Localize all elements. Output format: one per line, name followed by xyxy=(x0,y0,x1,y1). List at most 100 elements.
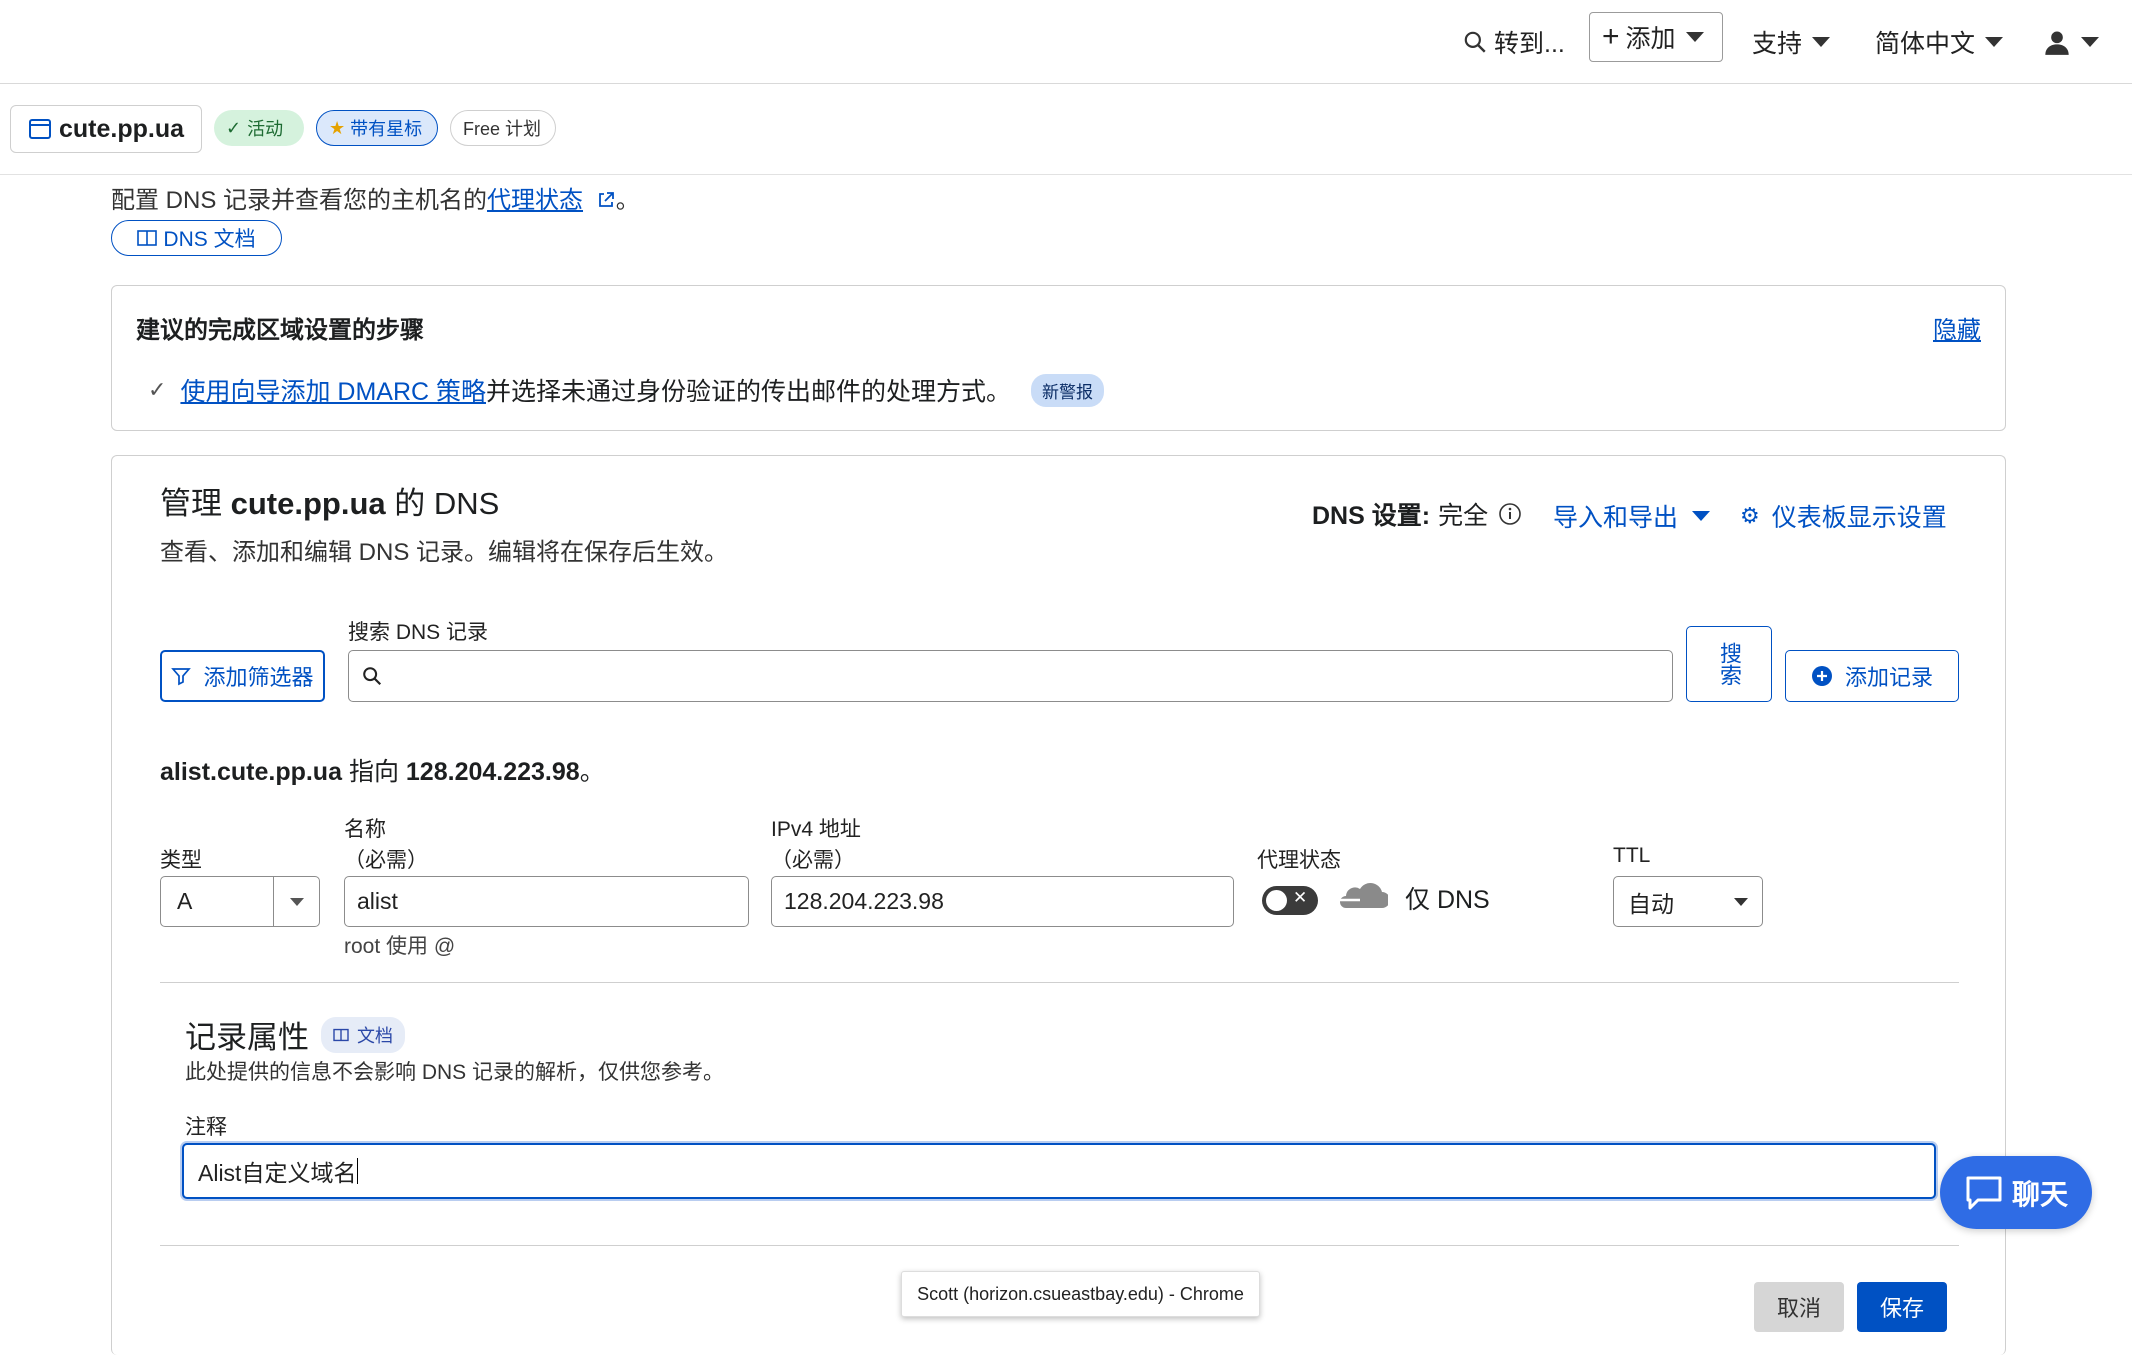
import-export-menu[interactable]: 导入和导出 xyxy=(1553,498,1711,534)
summary-ip: 128.204.223.98 xyxy=(405,758,580,786)
steps-title: 建议的完成区域设置的步骤 xyxy=(136,317,424,344)
text-cursor xyxy=(357,1158,359,1184)
chevron-down-icon xyxy=(2081,37,2099,47)
info-icon[interactable] xyxy=(1498,502,1522,526)
plan-badge: Free 计划 xyxy=(450,110,556,146)
title-zone: cute.pp.ua xyxy=(230,486,386,521)
dns-docs-button[interactable]: DNS 文档 xyxy=(111,220,282,256)
add-record-label: 添加记录 xyxy=(1844,665,1933,690)
goto-label: 转到... xyxy=(1494,30,1565,58)
user-icon xyxy=(2045,31,2069,55)
attributes-title: 记录属性 xyxy=(185,1020,309,1055)
plan-badge-label: Free 计划 xyxy=(463,119,542,139)
type-label: 类型 xyxy=(160,849,202,872)
filter-icon xyxy=(171,668,192,686)
chat-label: 聊天 xyxy=(2011,1178,2068,1210)
summary-mid: 指向 xyxy=(348,758,399,786)
cancel-label: 取消 xyxy=(1776,1296,1821,1321)
docs-badge-label: 文档 xyxy=(357,1025,393,1046)
step-description: 并选择未通过身份验证的传出邮件的处理方式。 xyxy=(486,378,1012,406)
status-badge-label: 活动 xyxy=(247,119,284,139)
dns-setting-value: 完全 xyxy=(1438,502,1489,530)
proxy-status-value: 仅 DNS xyxy=(1405,886,1490,914)
dns-setting: DNS 设置: 完全 xyxy=(1312,496,1522,532)
new-alert-badge: 新警报 xyxy=(1031,373,1105,407)
intro-suffix: 。 xyxy=(615,187,640,214)
goto-search[interactable]: 转到... xyxy=(1462,22,1565,62)
name-hint: root 使用 @ xyxy=(344,935,456,958)
chat-button[interactable]: 聊天 xyxy=(1940,1156,2092,1229)
dns-setting-label: DNS 设置: xyxy=(1312,502,1431,530)
tooltip-text: Scott (horizon.csueastbay.edu) - Chrome xyxy=(917,1283,1244,1304)
chevron-down-icon xyxy=(1685,32,1704,42)
name-value: alist xyxy=(357,888,398,914)
zone-name: cute.pp.ua xyxy=(59,114,185,143)
language-label: 简体中文 xyxy=(1875,30,1976,58)
type-dropdown-toggle[interactable] xyxy=(273,877,319,926)
dmarc-wizard-link[interactable]: 使用向导添加 DMARC 策略 xyxy=(180,372,486,408)
steps-list-item: ✓ 使用向导添加 DMARC 策略 并选择未通过身份验证的传出邮件的处理方式。 … xyxy=(148,372,1105,408)
language-menu[interactable]: 简体中文 xyxy=(1875,22,2004,62)
record-attributes-heading: 记录属性 文档 xyxy=(185,1012,405,1057)
top-navigation-bar: 转到... + 添加 支持 简体中文 xyxy=(0,0,2132,84)
dns-card-subtitle: 查看、添加和编辑 DNS 记录。编辑将在保存后生效。 xyxy=(160,539,729,566)
search-label: 搜索 DNS 记录 xyxy=(348,621,489,644)
save-label: 保存 xyxy=(1879,1296,1924,1321)
check-icon: ✓ xyxy=(148,377,167,402)
comment-label: 注释 xyxy=(185,1116,227,1139)
summary-end: 。 xyxy=(579,758,605,786)
search-button[interactable]: 搜索 xyxy=(1686,626,1772,702)
chevron-down-icon xyxy=(289,897,304,906)
search-icon xyxy=(363,667,382,686)
chevron-down-icon xyxy=(1692,511,1711,521)
dns-management-card: 管理 cute.pp.ua 的 DNS 查看、添加和编辑 DNS 记录。编辑将在… xyxy=(111,455,2006,1355)
ipv4-required: （必需） xyxy=(771,849,855,872)
add-label: 添加 xyxy=(1625,25,1676,53)
proxy-status-link[interactable]: 代理状态 xyxy=(487,187,583,214)
ttl-label: TTL xyxy=(1613,844,1651,867)
user-menu[interactable] xyxy=(2043,22,2099,62)
support-menu[interactable]: 支持 xyxy=(1752,22,1831,62)
docs-badge[interactable]: 文档 xyxy=(321,1016,405,1053)
comment-input[interactable]: Alist自定义域名 xyxy=(182,1143,1936,1199)
star-icon: ★ xyxy=(329,117,346,138)
proxy-toggle[interactable]: ✕ xyxy=(1262,886,1318,915)
search-dns-input[interactable] xyxy=(348,650,1673,702)
check-icon: ✓ xyxy=(226,117,242,138)
name-input[interactable]: alist xyxy=(344,876,749,927)
cloud-icon xyxy=(1340,883,1388,908)
type-value: A xyxy=(177,888,193,914)
section-divider xyxy=(160,982,1959,983)
comment-value: Alist自定义域名 xyxy=(198,1160,357,1186)
starred-badge-label: 带有星标 xyxy=(350,119,423,139)
toggle-knob xyxy=(1266,890,1287,911)
setup-steps-card: 建议的完成区域设置的步骤 隐藏 ✓ 使用向导添加 DMARC 策略 并选择未通过… xyxy=(111,285,2006,431)
add-filter-button[interactable]: 添加筛选器 xyxy=(160,650,325,702)
close-icon: ✕ xyxy=(1293,888,1308,907)
name-label: 名称 xyxy=(344,818,386,841)
ttl-select[interactable]: 自动 xyxy=(1613,876,1763,927)
ttl-value: 自动 xyxy=(1628,890,1674,917)
search-button-label: 搜索 xyxy=(1717,642,1742,686)
save-button[interactable]: 保存 xyxy=(1857,1282,1947,1332)
gear-icon: ⚙ xyxy=(1740,503,1760,528)
support-label: 支持 xyxy=(1752,30,1803,58)
dashboard-display-settings[interactable]: ⚙ 仪表板显示设置 xyxy=(1740,498,1947,534)
ipv4-input[interactable]: 128.204.223.98 xyxy=(771,876,1234,927)
hide-link[interactable]: 隐藏 xyxy=(1933,310,1981,345)
external-link-icon[interactable] xyxy=(596,190,616,210)
ipv4-value: 128.204.223.98 xyxy=(784,888,944,914)
cancel-button[interactable]: 取消 xyxy=(1754,1282,1844,1332)
add-button[interactable]: + 添加 xyxy=(1589,12,1723,62)
chevron-down-icon xyxy=(1734,898,1748,906)
type-select[interactable]: A xyxy=(160,876,320,927)
zone-selector[interactable]: cute.pp.ua xyxy=(10,105,202,153)
book-icon xyxy=(333,1028,349,1041)
starred-badge[interactable]: ★ 带有星标 xyxy=(316,110,438,146)
add-record-button[interactable]: 添加记录 xyxy=(1785,650,1959,702)
dns-docs-label: DNS 文档 xyxy=(163,228,256,251)
section-divider xyxy=(160,1245,1959,1246)
proxy-status-label: 代理状态 xyxy=(1257,849,1341,872)
ipv4-label: IPv4 地址 xyxy=(771,818,861,841)
chevron-down-icon xyxy=(1812,37,1831,47)
